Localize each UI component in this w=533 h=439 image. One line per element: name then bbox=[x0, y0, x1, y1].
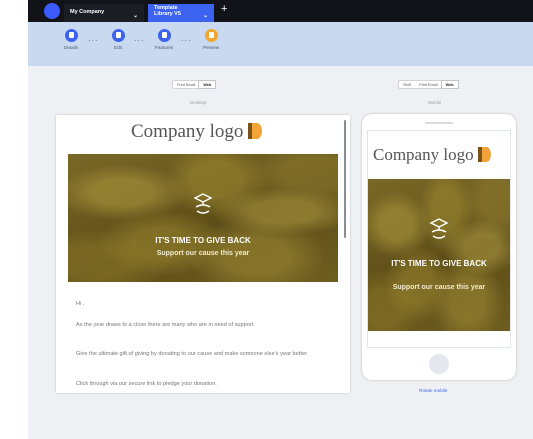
step-separator: ... bbox=[134, 33, 145, 43]
settings-icon bbox=[157, 29, 171, 42]
step-label: Edit bbox=[114, 45, 122, 50]
phone-speaker bbox=[425, 122, 453, 124]
phone-home-button bbox=[429, 354, 449, 374]
hero-banner: IT'S TIME TO GIVE BACK Support our cause… bbox=[68, 154, 338, 282]
app-logo-icon[interactable] bbox=[44, 3, 60, 19]
toggle-web[interactable]: Web bbox=[199, 81, 216, 88]
tab-my-company[interactable]: My Company ⌄ bbox=[64, 4, 144, 22]
hero-subtitle: Support our cause this year bbox=[392, 284, 486, 291]
step-features[interactable]: Features bbox=[144, 29, 184, 50]
toggle-sms[interactable]: SMS bbox=[399, 81, 415, 88]
hero-banner: IT'S TIME TO GIVE BACK Support our cause… bbox=[368, 179, 510, 331]
step-label: Features bbox=[154, 45, 174, 50]
desktop-format-toggle: Print Email Web bbox=[172, 80, 217, 89]
toggle-print-email[interactable]: Print Email bbox=[173, 81, 199, 88]
logo-text: Company logo bbox=[373, 145, 474, 164]
info-icon bbox=[64, 29, 78, 42]
toggle-web[interactable]: Web bbox=[441, 81, 458, 88]
email-greeting: Hi , bbox=[76, 301, 85, 307]
step-separator: ... bbox=[181, 33, 192, 43]
mobile-format-toggle: SMS Print Email Web bbox=[398, 80, 459, 89]
tab-label: My Company bbox=[70, 9, 105, 15]
toggle-print-email[interactable]: Print Email bbox=[415, 81, 441, 88]
logo-text: Company logo bbox=[131, 121, 244, 142]
graduation-hands-icon bbox=[429, 218, 449, 239]
desktop-caption: Desktop bbox=[190, 100, 207, 105]
tab-template-library[interactable]: Template Library V5 ⌄ bbox=[148, 4, 214, 22]
rotate-mobile-link[interactable]: Rotate mobile bbox=[419, 388, 447, 393]
step-navigation: Details ... Edit ... Features ... Previe… bbox=[28, 22, 533, 66]
hero-title: IT'S TIME TO GIVE BACK bbox=[155, 236, 251, 245]
chevron-down-icon[interactable]: ⌄ bbox=[203, 13, 208, 19]
tab-label: Template Library V5 bbox=[154, 5, 181, 17]
browser-tab-bar: My Company ⌄ Template Library V5 ⌄ + bbox=[28, 0, 533, 22]
step-separator: ... bbox=[88, 33, 99, 43]
company-logo: Company logo bbox=[131, 121, 263, 143]
preview-scrollbar[interactable] bbox=[344, 120, 346, 238]
company-logo: Company logo bbox=[373, 145, 491, 165]
hero-title: IT'S TIME TO GIVE BACK bbox=[391, 259, 487, 268]
mobile-email-preview[interactable]: Company logo IT'S TIME TO GIVE BACK Supp… bbox=[367, 130, 511, 348]
eye-icon bbox=[204, 29, 218, 42]
email-paragraph: Click through via our secure link to ple… bbox=[76, 381, 217, 387]
step-preview[interactable]: Preview bbox=[191, 29, 231, 50]
step-label: Details bbox=[63, 45, 79, 50]
graduation-hands-icon bbox=[193, 193, 213, 214]
logo-mark-icon bbox=[477, 146, 491, 162]
mobile-device-frame: Company logo IT'S TIME TO GIVE BACK Supp… bbox=[362, 114, 516, 380]
step-edit[interactable]: Edit bbox=[98, 29, 138, 50]
step-details[interactable]: Details bbox=[51, 29, 91, 50]
step-label: Preview bbox=[202, 45, 220, 50]
email-paragraph: Give the ultimate gift of giving by dona… bbox=[76, 351, 309, 357]
chevron-down-icon[interactable]: ⌄ bbox=[133, 12, 138, 19]
add-tab-icon[interactable]: + bbox=[221, 4, 227, 15]
hero-subtitle: Support our cause this year bbox=[156, 250, 250, 257]
mobile-caption: Mobile bbox=[428, 100, 442, 105]
logo-mark-icon bbox=[248, 122, 263, 139]
pencil-icon bbox=[111, 29, 125, 42]
email-paragraph: As the year draws to a close there are m… bbox=[76, 322, 255, 328]
